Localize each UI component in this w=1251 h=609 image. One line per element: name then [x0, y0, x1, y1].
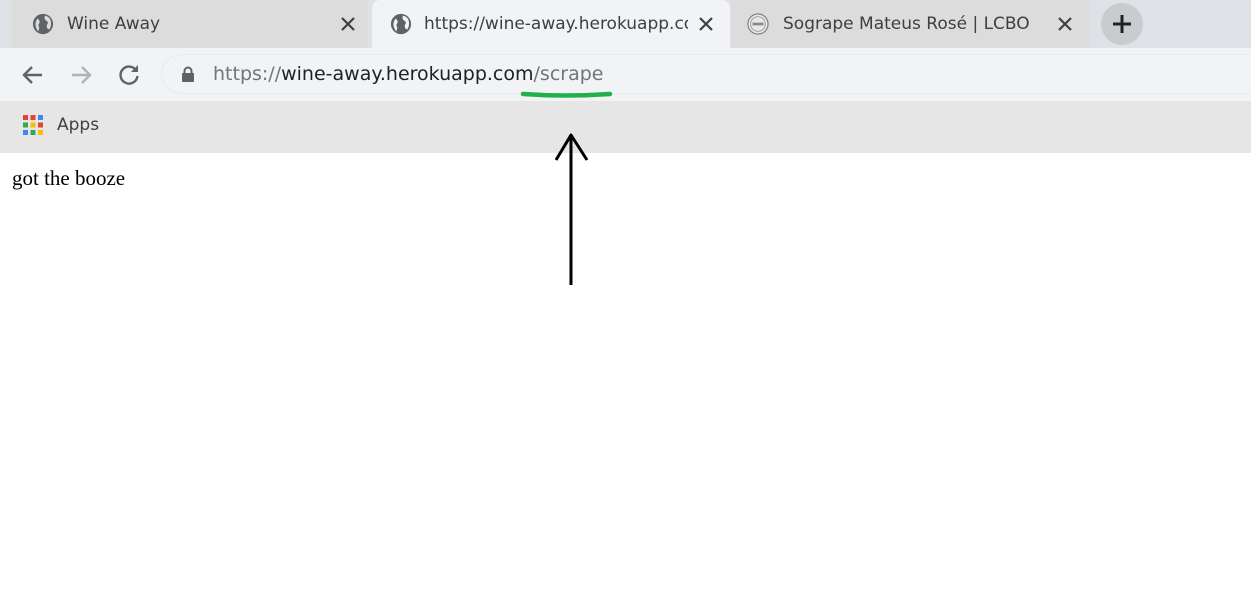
tab-title: Sogrape Mateus Rosé | LCBO: [783, 14, 1030, 34]
lock-icon[interactable]: [181, 66, 195, 83]
reload-icon[interactable]: [116, 62, 142, 88]
arrow-right-icon[interactable]: [68, 62, 94, 88]
page-body-text: got the booze: [12, 166, 126, 190]
toolbar: https://wine-away.herokuapp.com/scrape: [0, 48, 1251, 101]
address-bar[interactable]: https://wine-away.herokuapp.com/scrape: [161, 54, 1251, 94]
close-icon[interactable]: [338, 14, 358, 34]
tab-title: https://wine-away.herokuapp.com/scrape: [424, 14, 688, 34]
globe-icon: [390, 13, 412, 35]
globe-icon: [32, 13, 54, 35]
tab-scrape[interactable]: https://wine-away.herokuapp.com/scrape: [372, 0, 730, 48]
tab-strip: Wine Away https://wine-away.herokuapp.co…: [0, 0, 1251, 48]
arrow-left-icon[interactable]: [20, 62, 46, 88]
url-path: /scrape: [533, 63, 604, 85]
tab-lcbo[interactable]: Sogrape Mateus Rosé | LCBO: [731, 0, 1090, 48]
new-tab-button[interactable]: [1101, 3, 1143, 45]
url-scheme: https://: [213, 63, 282, 85]
apps-grid-icon: [23, 115, 43, 135]
tab-title: Wine Away: [67, 14, 161, 34]
lcbo-logo-icon: [747, 13, 769, 35]
apps-label: Apps: [57, 115, 100, 135]
plus-icon: [1113, 15, 1131, 33]
url-host: wine-away.herokuapp.com: [281, 63, 534, 85]
close-icon[interactable]: [696, 14, 716, 34]
bookmarks-bar: Apps: [0, 101, 1251, 153]
url-text[interactable]: https://wine-away.herokuapp.com/scrape: [213, 62, 603, 86]
close-icon[interactable]: [1055, 14, 1075, 34]
tab-wine-away[interactable]: Wine Away: [12, 0, 368, 48]
